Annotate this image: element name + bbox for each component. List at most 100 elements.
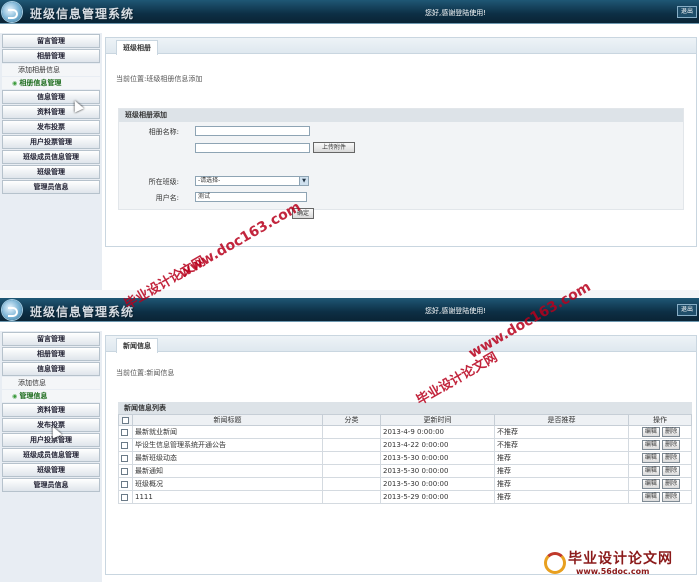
delete-button[interactable]: 删除 — [662, 453, 681, 463]
sidebar-subitem[interactable]: 添加相册信息 — [2, 64, 100, 76]
tab-album[interactable]: 班级相册 — [116, 40, 158, 55]
sidebar-item[interactable]: 班级成员信息管理 — [2, 150, 100, 164]
edit-button[interactable]: 编辑 — [641, 492, 660, 502]
update-time-cell: 2013-5-30 0:00:00 — [380, 451, 495, 465]
edit-button[interactable]: 编辑 — [641, 466, 660, 476]
checkbox-cell — [118, 477, 133, 491]
edit-button[interactable]: 编辑 — [641, 440, 660, 450]
screen-news-list: 班级信息管理系统 您好,感谢登陆使用! 退出 留言管理相册管理信息管理添加信息管… — [0, 298, 699, 582]
edit-button[interactable]: 编辑 — [641, 427, 660, 437]
sidebar-subitem[interactable]: 相册信息管理 — [2, 77, 100, 89]
sidebar-item[interactable]: 资料管理 — [2, 105, 100, 119]
category-cell — [322, 438, 381, 452]
sidebar-item[interactable]: 留言管理 — [2, 332, 100, 346]
exit-button[interactable]: 退出 — [677, 304, 697, 316]
update-time-cell: 2013-5-30 0:00:00 — [380, 477, 495, 491]
delete-button[interactable]: 删除 — [662, 440, 681, 450]
sidebar-item[interactable]: 相册管理 — [2, 49, 100, 63]
news-title-cell: 班级概况 — [132, 477, 323, 491]
column-header: 更新时间 — [380, 414, 495, 426]
edit-button[interactable]: 编辑 — [641, 453, 660, 463]
username-label: 用户名: — [155, 194, 179, 202]
recommend-cell: 推荐 — [494, 464, 629, 478]
attachment-input[interactable] — [195, 143, 310, 153]
delete-button[interactable]: 删除 — [662, 479, 681, 489]
content-panel: 新闻信息 当前位置:新闻信息 新闻信息列表 新闻标题 分类 更新时间 是否推荐 操作 最… — [105, 335, 697, 575]
app-header: 班级信息管理系统 您好,感谢登陆使用! 退出 — [0, 0, 699, 24]
class-label: 所在班级: — [148, 178, 179, 186]
upload-attachment-button[interactable]: 上传附件 — [313, 142, 355, 153]
table-row: 毕设生信息管理系统开通公告 2013-4-22 0:00:00 不推荐 编辑 删除 — [118, 438, 692, 452]
sidebar-item[interactable]: 管理员信息 — [2, 180, 100, 194]
screen-album-add: 班级信息管理系统 您好,感谢登陆使用! 退出 留言管理相册管理添加相册信息相册信… — [0, 0, 699, 290]
row-checkbox[interactable] — [121, 441, 128, 449]
news-title-cell: 最新班级动态 — [132, 451, 323, 465]
category-cell — [322, 464, 381, 478]
row-checkbox[interactable] — [121, 493, 128, 501]
column-header: 新闻标题 — [132, 414, 323, 426]
update-time-cell: 2013-5-30 0:00:00 — [380, 464, 495, 478]
actions-cell: 编辑 删除 — [628, 490, 692, 504]
album-name-input[interactable] — [195, 126, 310, 136]
sidebar-item[interactable]: 用户投票管理 — [2, 135, 100, 149]
sidebar-item[interactable]: 相册管理 — [2, 347, 100, 361]
tab-bar: 班级相册 — [106, 38, 696, 55]
app-logo-icon — [2, 2, 22, 22]
app-logo-icon — [2, 300, 22, 320]
checkbox-cell — [118, 438, 133, 452]
sidebar-item[interactable]: 留言管理 — [2, 34, 100, 48]
table-row: 最新就业新闻 2013-4-9 0:00:00 不推荐 编辑 删除 — [118, 425, 692, 439]
sidebar-subitem[interactable]: 添加信息 — [2, 377, 100, 389]
select-all-checkbox-cell[interactable] — [118, 414, 133, 426]
delete-button[interactable]: 删除 — [662, 427, 681, 437]
select-all-checkbox[interactable] — [122, 416, 129, 424]
edit-button[interactable]: 编辑 — [641, 479, 660, 489]
column-header: 分类 — [322, 414, 381, 426]
recommend-cell: 推荐 — [494, 451, 629, 465]
row-checkbox[interactable] — [121, 480, 128, 488]
table-row: 最新班级动态 2013-5-30 0:00:00 推荐 编辑 删除 — [118, 451, 692, 465]
content-panel: 班级相册 当前位置:班级相册信息添加 班级相册添加 相册名称: 上传附件 所在班… — [105, 37, 697, 247]
app-header: 班级信息管理系统 您好,感谢登陆使用! 退出 — [0, 298, 699, 322]
recommend-cell: 推荐 — [494, 477, 629, 491]
news-title-cell: 1111 — [132, 490, 323, 504]
breadcrumb: 当前位置:班级相册信息添加 — [116, 75, 203, 83]
sidebar-item[interactable]: 发布投票 — [2, 120, 100, 134]
sidebar-item[interactable]: 信息管理 — [2, 362, 100, 376]
checkbox-cell — [118, 425, 133, 439]
category-cell — [322, 425, 381, 439]
app-title: 班级信息管理系统 — [30, 305, 135, 319]
checkbox-cell — [118, 451, 133, 465]
sidebar-subitem[interactable]: 管理信息 — [2, 390, 100, 402]
sidebar-item[interactable]: 资料管理 — [2, 403, 100, 417]
column-header: 是否推荐 — [494, 414, 629, 426]
sidebar-item[interactable]: 班级管理 — [2, 165, 100, 179]
class-select[interactable]: -请选择- ▼ — [195, 176, 309, 186]
row-checkbox[interactable] — [121, 467, 128, 475]
sidebar-item[interactable]: 班级管理 — [2, 463, 100, 477]
news-table: 新闻标题 分类 更新时间 是否推荐 操作 最新就业新闻 2013-4-9 0:00:00 不… — [118, 414, 692, 504]
actions-cell: 编辑 删除 — [628, 477, 692, 491]
main-content: 新闻信息 当前位置:新闻信息 新闻信息列表 新闻标题 分类 更新时间 是否推荐 操作 最… — [105, 331, 697, 582]
row-checkbox[interactable] — [121, 428, 128, 436]
sidebar: 留言管理相册管理信息管理添加信息管理信息资料管理发布投票用户投票管理班级成员信息… — [0, 331, 102, 582]
exit-button[interactable]: 退出 — [677, 6, 697, 18]
sidebar-item[interactable]: 管理员信息 — [2, 478, 100, 492]
tab-news[interactable]: 新闻信息 — [116, 338, 158, 353]
album-name-label: 相册名称: — [148, 128, 179, 136]
row-checkbox[interactable] — [121, 454, 128, 462]
update-time-cell: 2013-4-9 0:00:00 — [380, 425, 495, 439]
delete-button[interactable]: 删除 — [662, 492, 681, 502]
column-header: 操作 — [628, 414, 692, 426]
update-time-cell: 2013-5-29 0:00:00 — [380, 490, 495, 504]
sidebar-item[interactable]: 信息管理 — [2, 90, 100, 104]
welcome-text: 您好,感谢登陆使用! — [425, 307, 487, 315]
list-title: 新闻信息列表 — [118, 402, 692, 414]
delete-button[interactable]: 删除 — [662, 466, 681, 476]
checkbox-cell — [118, 490, 133, 504]
recommend-cell: 推荐 — [494, 490, 629, 504]
actions-cell: 编辑 删除 — [628, 451, 692, 465]
class-select-value: -请选择- — [198, 177, 221, 184]
sidebar-item[interactable]: 班级成员信息管理 — [2, 448, 100, 462]
category-cell — [322, 477, 381, 491]
